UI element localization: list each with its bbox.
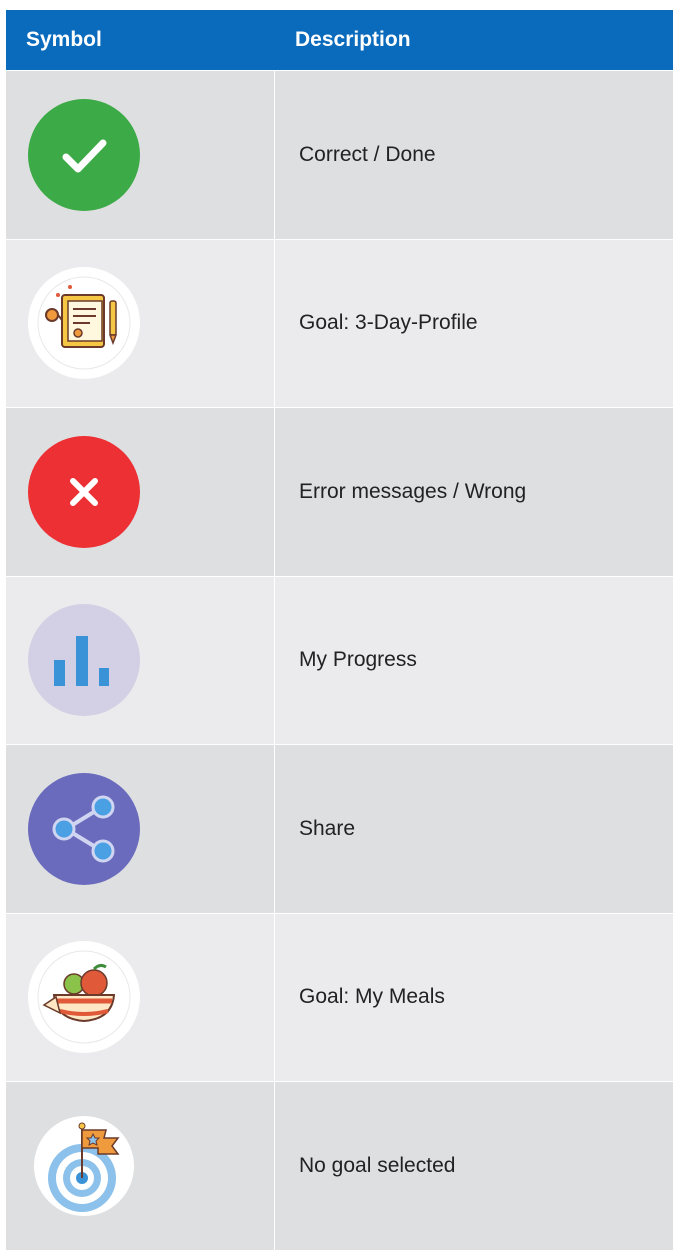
table-row: Goal: 3-Day-Profile	[6, 238, 673, 407]
meal-bowl-icon	[26, 939, 142, 1055]
clipboard-profile-icon	[26, 265, 142, 381]
target-flag-icon	[26, 1108, 142, 1224]
bar-chart-icon	[26, 602, 142, 718]
table-row: Goal: My Meals	[6, 912, 673, 1081]
table-row: Share	[6, 744, 673, 913]
header-symbol: Symbol	[26, 28, 102, 51]
row-description: Share	[299, 816, 356, 840]
error-x-icon	[26, 434, 142, 550]
table-row: Correct / Done	[6, 70, 673, 239]
table-row: No goal selected	[6, 1081, 673, 1250]
symbol-table: Symbol Description Correct / Done Goal: …	[6, 10, 673, 1250]
table-header: Symbol Description	[6, 10, 673, 70]
row-description: No goal selected	[299, 1153, 456, 1177]
share-icon	[26, 771, 142, 887]
row-description: Goal: My Meals	[299, 985, 445, 1009]
row-description: Goal: 3-Day-Profile	[299, 311, 478, 335]
check-circle-icon	[26, 97, 142, 213]
table-row: My Progress	[6, 575, 673, 744]
table-row: Error messages / Wrong	[6, 407, 673, 576]
row-description: Error messages / Wrong	[299, 479, 527, 503]
row-description: Correct / Done	[299, 142, 436, 166]
header-description: Description	[295, 28, 411, 51]
row-description: My Progress	[299, 648, 417, 672]
